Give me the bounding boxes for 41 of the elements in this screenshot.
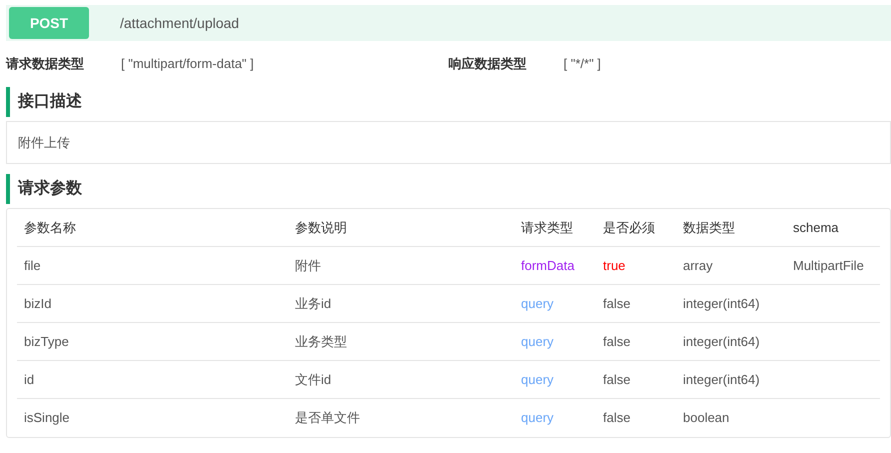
field-label: 请求数据类型 [6,55,85,74]
field-value: [ "multipart/form-data" ] [121,55,254,74]
table-cell-text: 是否单文件 [294,409,361,428]
table-cell-text: false [602,332,632,351]
section-title: 接口描述 [18,91,82,112]
table-cell-text: array [682,256,714,275]
table-cell-text: query [520,409,555,428]
description-text: 附件上传 [18,134,70,152]
table-cell-text: false [602,370,632,389]
table-cell-text: integer(int64) [682,294,761,313]
column-header: 是否必须 [602,218,656,237]
table-cell-text: false [602,294,632,313]
table-cell-text: query [520,370,555,389]
column-header: schema [792,218,840,237]
endpoint-path: /attachment/upload [120,14,240,33]
table-cell-text: 业务id [294,294,332,313]
table-cell-text: false [602,409,632,428]
table-cell-text: bizId [23,294,52,313]
table-cell-text: id [23,370,36,389]
table-cell-text: boolean [682,409,730,428]
table-cell-text: 文件id [294,370,332,389]
table-cell-text: 附件 [294,256,322,275]
table-cell-text: file [23,256,42,275]
table-cell-text: query [520,294,555,313]
table-cell-text: integer(int64) [682,370,761,389]
column-header: 参数名称 [23,218,77,237]
section-title: 请求参数 [18,178,82,199]
field-label: 响应数据类型 [448,55,528,74]
table-cell-text: 业务类型 [294,332,348,351]
column-header: 参数说明 [294,218,348,237]
field-value: [ "*/*" ] [564,55,601,74]
column-header: 请求类型 [520,218,574,237]
column-header: 数据类型 [682,218,736,237]
table-cell-text: formData [520,256,576,275]
table-cell-text: integer(int64) [682,332,761,351]
table-cell-text: query [520,332,555,351]
method-badge: POST [9,7,89,39]
table-cell-text: bizType [23,332,70,351]
table-cell-text: MultipartFile [792,256,865,275]
table-cell-text: true [602,256,626,275]
table-cell-text: isSingle [23,409,71,428]
